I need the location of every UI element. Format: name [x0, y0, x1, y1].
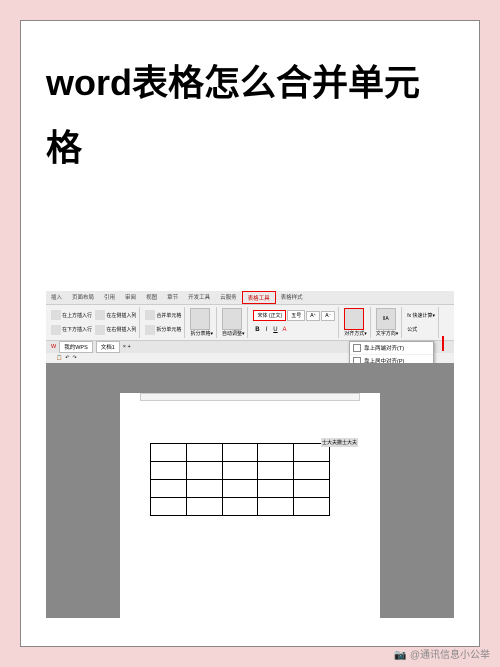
table-row[interactable] — [151, 444, 330, 462]
word-table[interactable] — [150, 443, 330, 516]
page-sheet: 士大夫撒士大夫 — [120, 393, 380, 618]
annotation-arrow-icon — [442, 336, 444, 351]
qt-undo-icon[interactable]: ↶ — [65, 355, 69, 361]
font-color-button[interactable]: A — [280, 327, 288, 335]
tab-cloud[interactable]: 云服务 — [215, 291, 242, 304]
ribbon-rows-cols: 在上方插入行 在左侧插入列 在下方插入行 在右侧插入列 — [48, 307, 140, 338]
tab-layout[interactable]: 页面布局 — [67, 291, 99, 304]
font-name-select[interactable]: 宋体 (正文) — [253, 310, 286, 321]
insert-right-button[interactable]: 在右侧插入列 — [106, 326, 136, 333]
ribbon-tablesplit: 拆分表格▾ — [187, 307, 217, 338]
tab-ref[interactable]: 引用 — [99, 291, 120, 304]
ribbon-textdir: IIA 文字方向▾ — [373, 307, 403, 338]
insert-left-button[interactable]: 在左侧插入列 — [106, 312, 136, 319]
formula-button[interactable]: 公式 — [407, 326, 417, 333]
doctab-add[interactable]: × + — [123, 344, 131, 350]
ribbon-merge-split: 合并单元格 拆分单元格 — [142, 307, 185, 338]
text-dir-label: 文字方向▾ — [376, 330, 399, 337]
tab-chapter[interactable]: 章节 — [162, 291, 183, 304]
tab-insert[interactable]: 插入 — [46, 291, 67, 304]
underline-button[interactable]: U — [271, 327, 279, 335]
align-icon — [349, 314, 359, 324]
doctab-wps[interactable]: 我的WPS — [59, 341, 93, 353]
insert-right-icon — [95, 325, 105, 335]
tab-dev[interactable]: 开发工具 — [183, 291, 215, 304]
tab-table-style[interactable]: 表格样式 — [276, 291, 308, 304]
split-table-icon — [195, 314, 205, 324]
italic-button[interactable]: I — [262, 327, 270, 335]
page-title: word表格怎么合并单元格 — [46, 51, 454, 181]
merge-button[interactable]: 合并单元格 — [156, 312, 181, 319]
merge-icon — [145, 310, 155, 320]
doctab-doc1[interactable]: 文档1 — [96, 341, 120, 353]
ruler — [140, 393, 360, 401]
qt-redo-icon[interactable]: ↷ — [72, 355, 76, 361]
split-table-label: 拆分表格▾ — [190, 330, 213, 337]
insert-above-icon — [51, 310, 61, 320]
sample-text: 士大夫撒士大夫 — [321, 438, 358, 447]
ribbon-tabs: 插入 页面布局 引用 审阅 视图 章节 开发工具 云服务 表格工具 表格样式 — [46, 291, 454, 305]
ribbon: 在上方插入行 在左侧插入列 在下方插入行 在右侧插入列 合并单元格 拆分单元格 … — [46, 305, 454, 341]
autofit-icon — [227, 314, 237, 324]
document-area: 士大夫撒士大夫 — [46, 363, 454, 618]
insert-above-button[interactable]: 在上方插入行 — [62, 312, 92, 319]
table-row[interactable] — [151, 480, 330, 498]
ribbon-autofit: 自动调整▾ — [219, 307, 249, 338]
ctx-top-justify[interactable]: 靠上两端对齐(T) — [350, 342, 433, 355]
app-screenshot: 插入 页面布局 引用 审阅 视图 章节 开发工具 云服务 表格工具 表格样式 在… — [46, 291, 454, 618]
insert-below-icon — [51, 325, 61, 335]
font-size-select[interactable]: 五号 — [287, 310, 305, 321]
ribbon-calc: fx 快速计算▾ 公式 — [404, 307, 439, 338]
split-table-button[interactable] — [190, 308, 210, 330]
split-icon — [145, 325, 155, 335]
split-button[interactable]: 拆分单元格 — [156, 326, 181, 333]
insert-left-icon — [95, 310, 105, 320]
table-row[interactable] — [151, 462, 330, 480]
qt-paste-icon[interactable]: 📋 — [56, 355, 62, 361]
insert-below-button[interactable]: 在下方插入行 — [62, 326, 92, 333]
table-row[interactable] — [151, 498, 330, 516]
align-label: 对齐方式▾ — [344, 330, 367, 337]
ribbon-align: 对齐方式▾ — [341, 307, 371, 338]
watermark: @通讯信息小公举 — [394, 646, 490, 661]
tab-table-tools[interactable]: 表格工具 — [242, 291, 276, 304]
autofit-button[interactable] — [222, 308, 242, 330]
autofit-label: 自动调整▾ — [222, 330, 245, 337]
calc-button[interactable]: fx 快速计算▾ — [407, 312, 435, 319]
ribbon-font: 宋体 (正文) 五号 A⁺ A⁻ B I U A — [250, 307, 339, 338]
align-tl-icon — [353, 344, 361, 352]
text-dir-button[interactable]: IIA — [376, 308, 396, 330]
font-shrink-button[interactable]: A⁻ — [321, 311, 335, 321]
font-grow-button[interactable]: A⁺ — [306, 311, 320, 321]
align-button[interactable] — [344, 308, 364, 330]
tab-review[interactable]: 审阅 — [120, 291, 141, 304]
text-dir-icon: IIA — [383, 316, 389, 322]
tab-view[interactable]: 视图 — [141, 291, 162, 304]
bold-button[interactable]: B — [253, 327, 261, 335]
